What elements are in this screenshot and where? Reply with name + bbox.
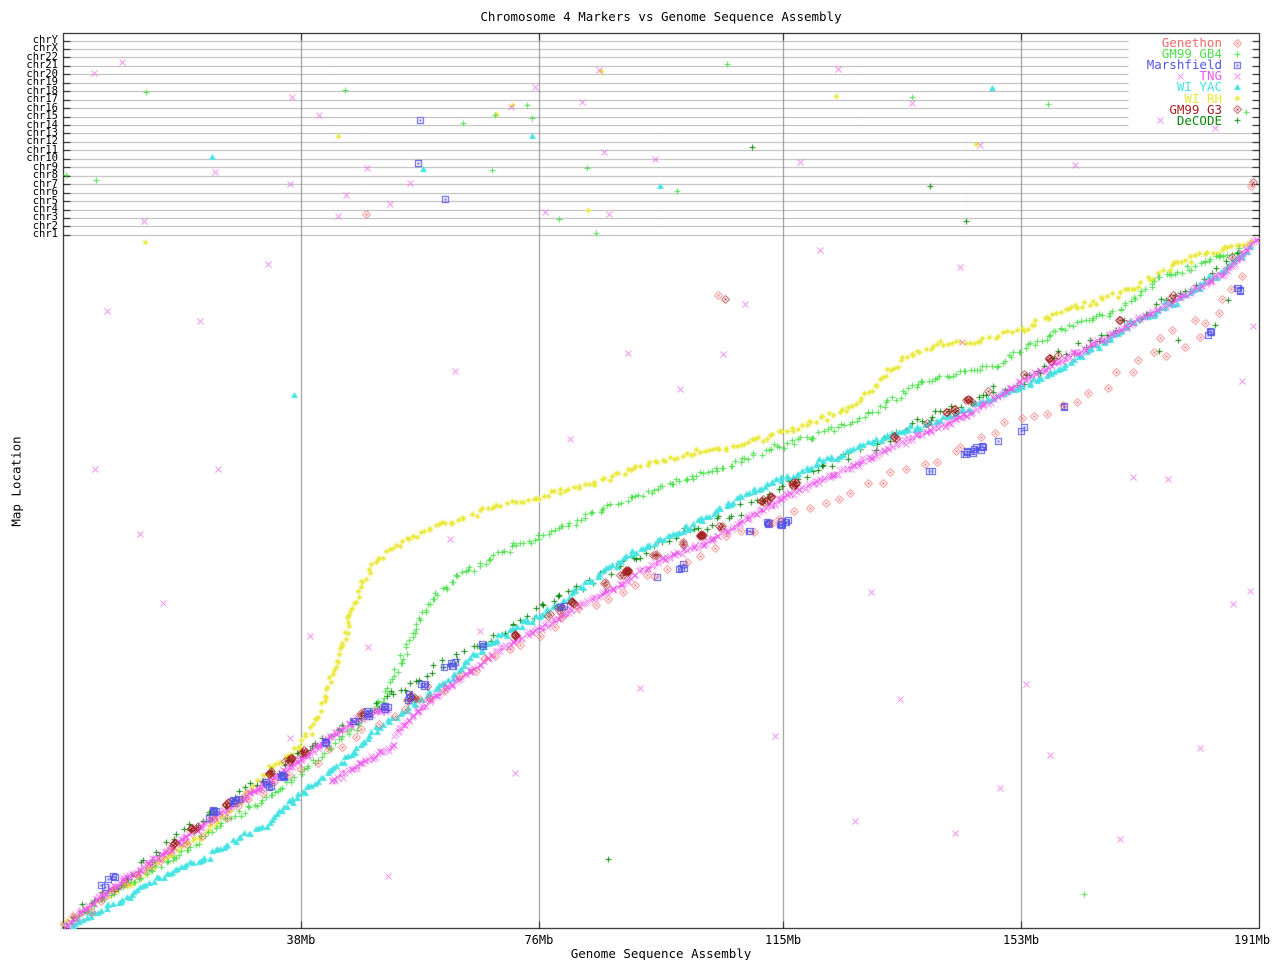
chromosome-row-label-chr1: chr1: [0, 230, 58, 239]
x-tick-label: 191Mb: [1222, 933, 1280, 947]
chart-title: Chromosome 4 Markers vs Genome Sequence …: [63, 9, 1259, 24]
x-tick-label: 38Mb: [271, 933, 331, 947]
chart-canvas: [0, 0, 1280, 960]
x-tick-label: 153Mb: [991, 933, 1051, 947]
chart-page: Chromosome 4 Markers vs Genome Sequence …: [0, 0, 1280, 960]
x-axis-title: Genome Sequence Assembly: [63, 946, 1259, 960]
y-axis-title: Map Location: [9, 427, 24, 537]
legend-label-marshfield: Marshfield: [1042, 59, 1222, 70]
x-tick-label: 76Mb: [509, 933, 569, 947]
x-tick-label: 115Mb: [753, 933, 813, 947]
legend-label-decode: DeCODE: [1042, 115, 1222, 126]
